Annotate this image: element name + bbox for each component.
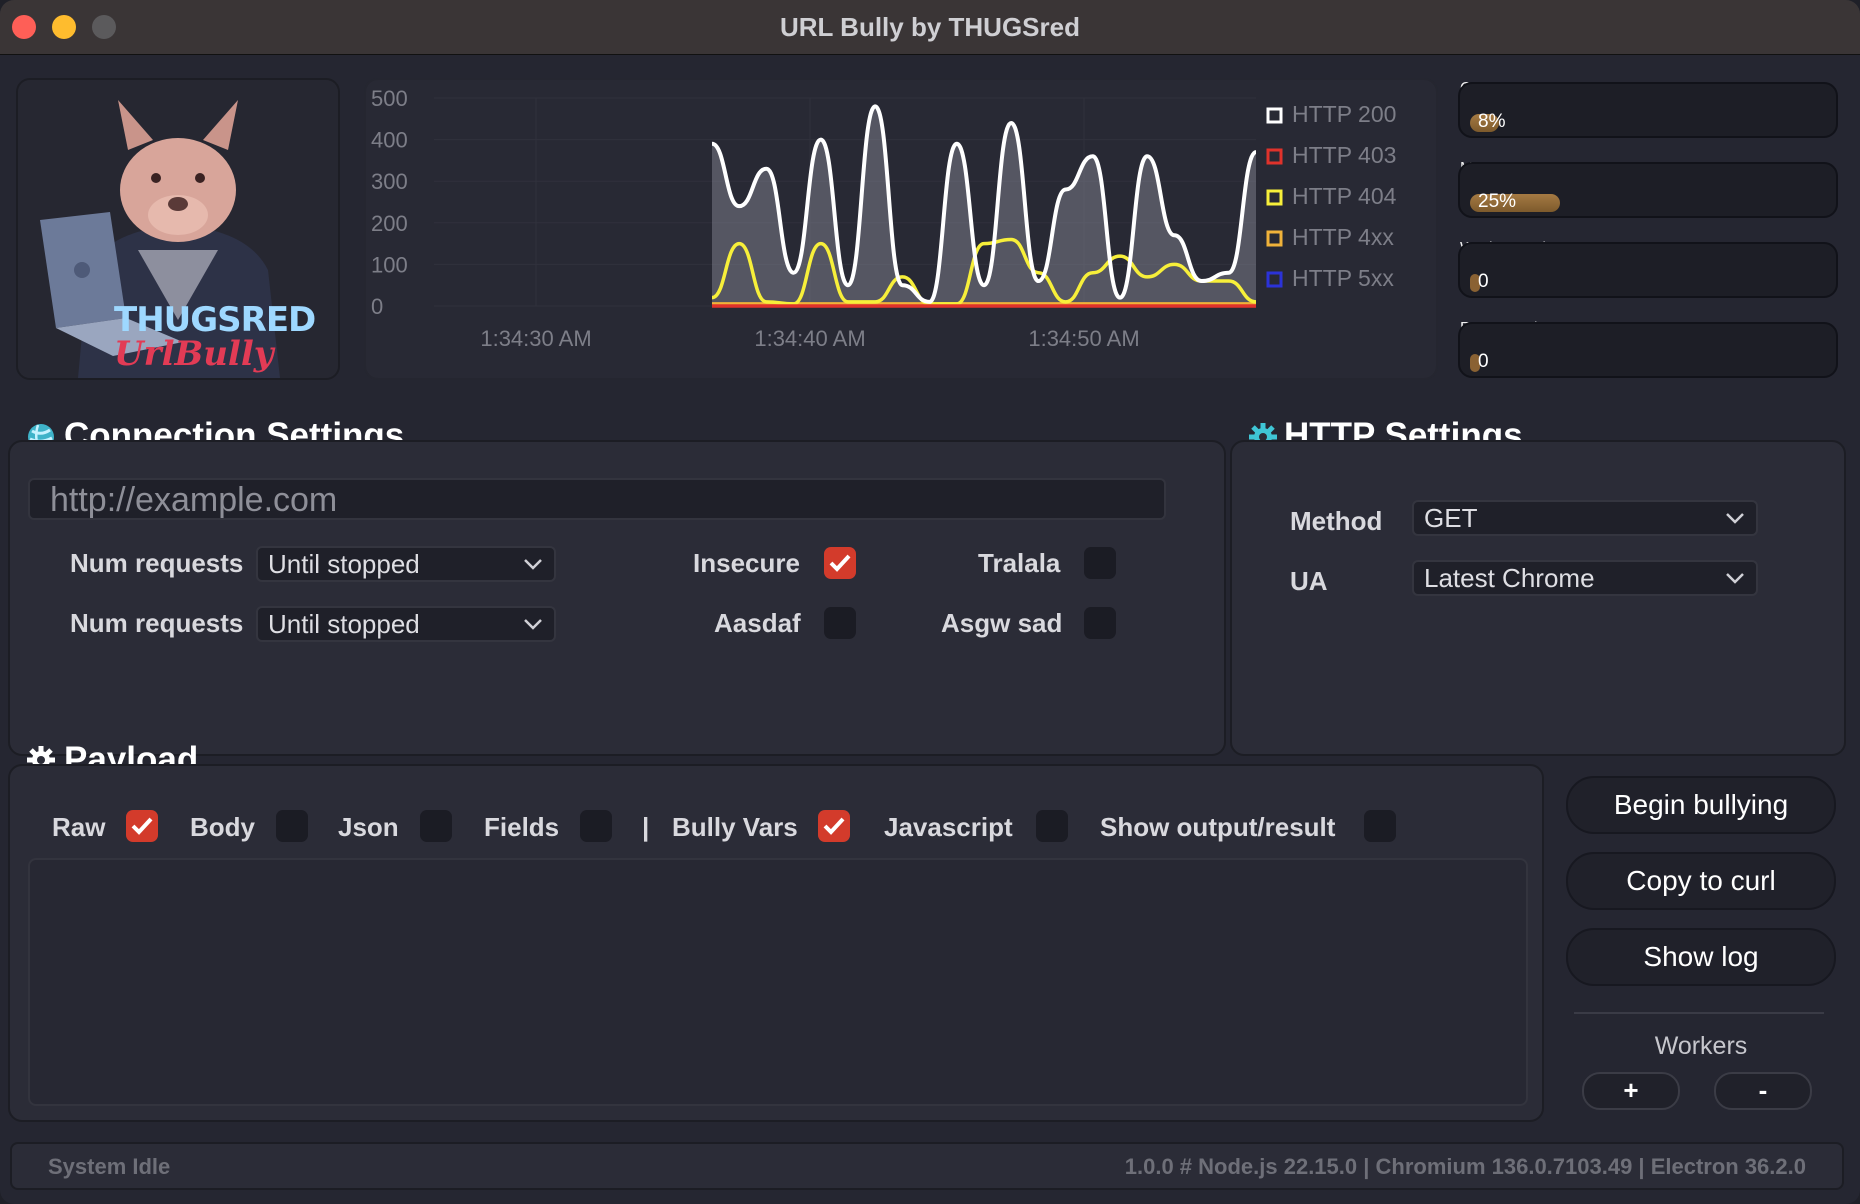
copy-to-curl-button[interactable]: Copy to curl [1566,852,1836,910]
legend-label: HTTP 403 [1292,142,1396,168]
chevron-down-icon [524,559,542,570]
raw-checkbox[interactable] [126,810,158,842]
method-value: GET [1424,503,1478,533]
checkmark-icon [823,817,845,835]
asgw-sad-checkbox[interactable] [1084,607,1116,639]
logo-text-bottom: UrlBully [114,334,274,374]
window-title: URL Bully by THUGSred [779,12,1080,42]
metric-value: 25% [1478,191,1517,212]
legend-label: HTTP 200 [1292,101,1396,127]
num-requests-select[interactable]: Until stopped [256,546,556,582]
legend-swatch [1266,148,1283,165]
metric-value: 0 [1478,271,1489,292]
num-requests-2-select[interactable]: Until stopped [256,606,556,642]
legend-label: HTTP 4xx [1292,224,1394,250]
ua-select[interactable]: Latest Chrome [1412,560,1758,596]
raw-label: Raw [52,812,106,842]
legend-label: HTTP 404 [1292,183,1397,209]
add-worker-button[interactable]: + [1582,1072,1680,1110]
ua-label: UA [1290,566,1328,596]
y-tick-label: 500 [371,86,408,111]
metric-value: 0 [1478,351,1489,372]
legend-swatch [1266,230,1283,247]
checkmark-icon [131,817,153,835]
option-separator: | [642,812,650,842]
status-bar: System Idle 1.0.0 # Node.js 22.15.0 | Ch… [10,1142,1844,1190]
json-label: Json [338,812,399,842]
series-area-http-200 [712,106,1256,306]
fields-label: Fields [484,812,560,842]
chevron-down-icon [1726,573,1744,584]
metric-bar: 8% [1458,82,1838,138]
app-window: URL Bully by THUGSred THUGSRED UrlBully … [0,0,1860,1204]
chevron-down-icon [524,619,542,630]
json-checkbox[interactable] [420,810,452,842]
x-tick-label: 1:34:30 AM [480,326,591,351]
status-chart-panel: 500 400 300 200 100 0 1:34:30 AM 1:34:40 AM 1:34… [364,78,1438,380]
tralala-label: Tralala [978,548,1061,578]
asgw-sad-label: Asgw sad [941,608,1063,638]
x-tick-label: 1:34:40 AM [754,326,865,351]
legend-swatch [1266,271,1283,288]
logo-panel: THUGSRED UrlBully [16,78,340,380]
chevron-down-icon [1726,513,1744,524]
aasdaf-label: Aasdaf [714,608,801,638]
insecure-label: Insecure [693,548,800,578]
fields-checkbox[interactable] [580,810,612,842]
bully-vars-checkbox[interactable] [818,810,850,842]
payload-editor[interactable] [28,858,1528,1106]
javascript-label: Javascript [884,812,1013,842]
javascript-checkbox[interactable] [1036,810,1068,842]
remove-worker-button[interactable]: - [1714,1072,1812,1110]
url-input[interactable]: http://example.com [28,478,1166,520]
legend-swatch [1266,107,1283,124]
workers-label: Workers [1654,1032,1748,1060]
y-tick-label: 200 [371,211,408,236]
x-tick-label: 1:34:50 AM [1028,326,1139,351]
num-requests-value: Until stopped [268,549,420,579]
tralala-checkbox[interactable] [1084,547,1116,579]
body-label: Body [190,812,255,842]
http-status-chart: 500 400 300 200 100 0 1:34:30 AM 1:34:40 AM 1:34… [371,86,1397,351]
show-output-label: Show output/result [1100,812,1336,842]
show-output-checkbox[interactable] [1364,810,1396,842]
metric-bar: 25% [1458,162,1838,218]
y-tick-label: 300 [371,169,408,194]
body-checkbox[interactable] [276,810,308,842]
divider [1574,1012,1824,1014]
num-requests-label: Num requests [70,548,244,578]
num-requests-2-value: Until stopped [268,609,420,639]
method-select[interactable]: GET [1412,500,1758,536]
aasdaf-checkbox[interactable] [824,607,856,639]
show-log-button[interactable]: Show log [1566,928,1836,986]
legend-label: HTTP 5xx [1292,265,1394,291]
legend-swatch [1266,189,1283,206]
ua-value: Latest Chrome [1424,563,1595,593]
begin-bullying-button[interactable]: Begin bullying [1566,776,1836,834]
method-label: Method [1290,506,1383,536]
status-text: System Idle [48,1154,171,1179]
metric-value: 8% [1478,111,1506,132]
metric-bar: 0 [1458,322,1838,378]
bully-vars-label: Bully Vars [672,812,798,842]
metric-bar: 0 [1458,242,1838,298]
insecure-checkbox[interactable] [824,547,856,579]
checkmark-icon [829,554,851,572]
y-tick-label: 400 [371,128,408,153]
version-info: 1.0.0 # Node.js 22.15.0 | Chromium 136.0… [1124,1154,1806,1179]
http-settings-panel [1230,440,1846,756]
y-tick-label: 100 [371,252,408,277]
title-bar: URL Bully by THUGSred [0,0,1860,55]
y-tick-label: 0 [371,294,383,319]
num-requests-2-label: Num requests [70,608,244,638]
